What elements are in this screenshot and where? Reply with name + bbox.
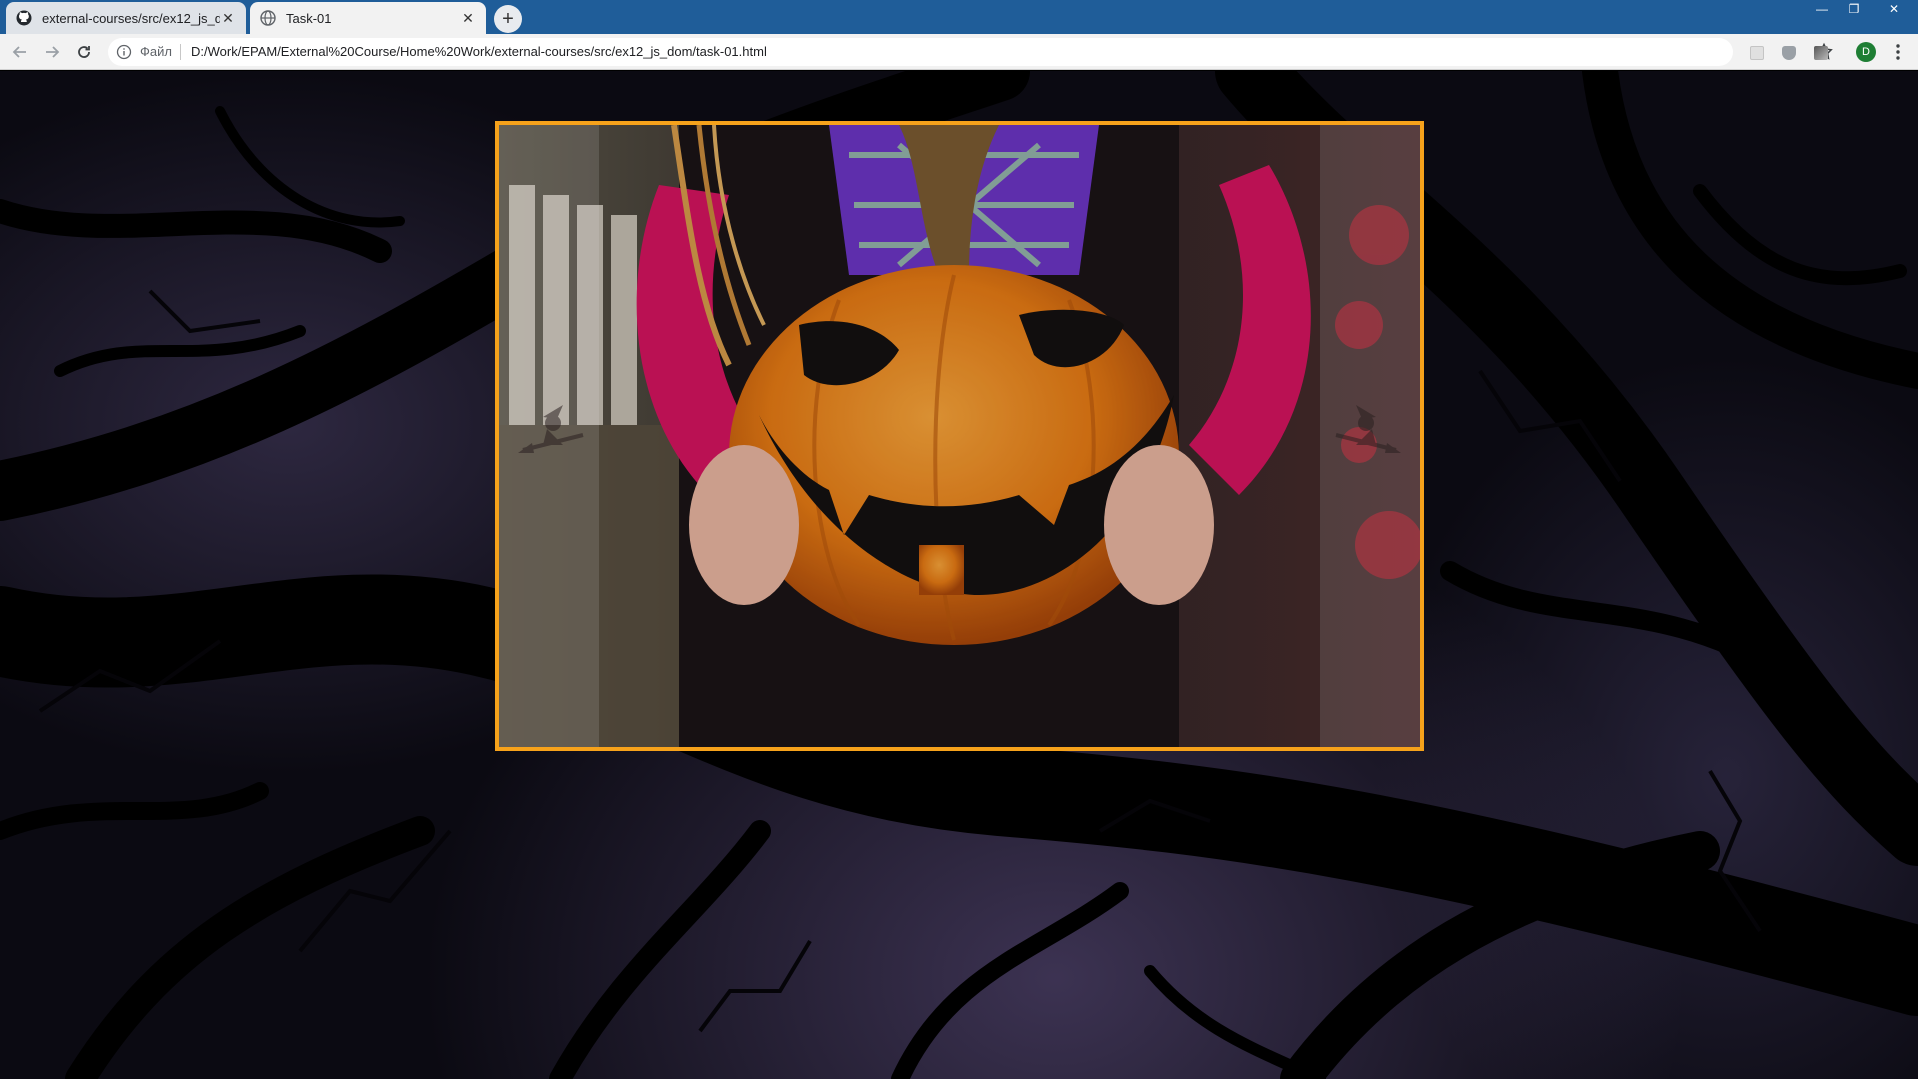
witch-on-broom-icon xyxy=(518,405,584,453)
arrow-right-icon xyxy=(46,46,60,58)
tab-task-01[interactable]: Task-01 ✕ xyxy=(250,2,486,34)
kebab-menu-icon[interactable] xyxy=(1892,42,1904,62)
info-icon[interactable] xyxy=(116,44,132,60)
close-window-icon[interactable]: ✕ xyxy=(1870,0,1918,18)
globe-icon xyxy=(260,10,276,26)
browser-tab-strip: external-courses/src/ex12_js_dom ✕ Task-… xyxy=(0,0,1918,34)
browser-toolbar: Файл D:/Work/EPAM/External%20Course/Home… xyxy=(0,34,1918,70)
plus-icon: + xyxy=(502,7,514,30)
window-controls: — ❐ ✕ xyxy=(1806,0,1918,20)
new-tab-button[interactable]: + xyxy=(494,5,522,33)
tab-github[interactable]: external-courses/src/ex12_js_dom ✕ xyxy=(6,2,246,34)
arrow-left-icon xyxy=(12,46,26,58)
extension-icon[interactable] xyxy=(1750,46,1764,60)
pumpkin-image xyxy=(499,125,1420,747)
address-bar[interactable]: Файл D:/Work/EPAM/External%20Course/Home… xyxy=(108,38,1833,66)
divider xyxy=(180,44,181,60)
back-button[interactable] xyxy=(10,42,30,62)
avatar[interactable]: D xyxy=(1856,42,1876,62)
tab-close-icon[interactable]: ✕ xyxy=(460,10,476,27)
avatar-initial: D xyxy=(1862,46,1870,58)
forward-button[interactable] xyxy=(42,42,62,62)
tab-close-icon[interactable]: ✕ xyxy=(220,10,236,27)
page-viewport xyxy=(0,71,1918,1079)
github-icon xyxy=(16,10,32,26)
halloween-photo xyxy=(495,121,1424,751)
shield-icon[interactable] xyxy=(1782,46,1796,60)
extension-icon[interactable] xyxy=(1814,46,1828,60)
restore-icon[interactable]: ❐ xyxy=(1838,0,1870,18)
witch-on-broom-icon xyxy=(1335,405,1401,453)
url-text[interactable]: D:/Work/EPAM/External%20Course/Home%20Wo… xyxy=(191,44,767,59)
minimize-icon[interactable]: — xyxy=(1806,0,1838,18)
reload-icon xyxy=(78,46,90,58)
reload-button[interactable] xyxy=(74,42,94,62)
tab-label: external-courses/src/ex12_js_dom xyxy=(42,10,220,26)
scheme-chip: Файл xyxy=(140,44,172,59)
tab-label: Task-01 xyxy=(286,10,332,26)
